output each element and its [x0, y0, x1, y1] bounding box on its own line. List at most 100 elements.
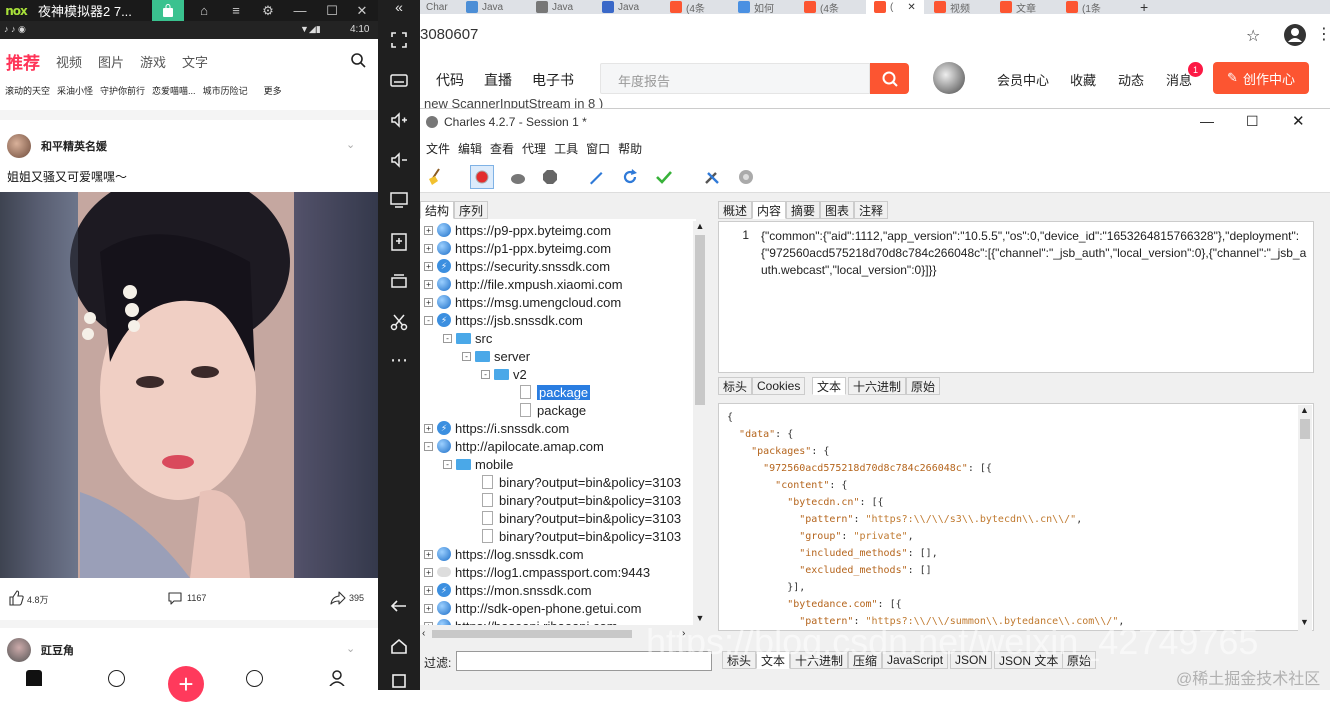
filter-input[interactable] [456, 651, 712, 671]
tab-compressed[interactable]: 压缩 [848, 651, 883, 669]
url-text[interactable]: 3080607 [420, 26, 478, 43]
browser-tab[interactable]: Char [426, 0, 448, 14]
validate-icon[interactable] [652, 165, 676, 189]
menu-tools[interactable]: 工具 [554, 140, 578, 157]
scroll-thumb[interactable] [1300, 419, 1310, 439]
menu-file[interactable]: 文件 [426, 140, 450, 157]
scroll-up-icon[interactable]: ▲ [1300, 405, 1309, 415]
search-input[interactable]: 年度报告 [600, 63, 870, 94]
tree-node[interactable]: + http://sdk-open-phone.getui.com [424, 599, 641, 617]
expand-icon[interactable]: + [424, 297, 433, 307]
tab-recommend[interactable]: 推荐 [6, 49, 40, 74]
tab-video[interactable]: 视频 [56, 52, 82, 71]
tree-node[interactable]: binary?output=bin&policy=3103 [462, 527, 681, 545]
tab-cookies[interactable]: Cookies [752, 377, 806, 395]
browser-tab[interactable]: 文章 [1000, 0, 1036, 14]
tab-headers[interactable]: 标头 [718, 377, 753, 395]
tree-h-scrollbar[interactable]: ‹ › [420, 627, 708, 641]
tab-contents[interactable]: 内容 [752, 201, 787, 219]
profile-tab-icon[interactable] [329, 670, 345, 687]
search-icon[interactable] [350, 52, 366, 71]
gear-icon[interactable] [734, 165, 758, 189]
expand-icon[interactable]: + [424, 423, 433, 433]
browser-tab-active[interactable]: (✕ [866, 0, 924, 14]
tree-node[interactable]: + ⚡ https://i.snssdk.com [424, 419, 569, 437]
nav-ebook[interactable]: 电子书 [532, 70, 574, 90]
avatar[interactable] [7, 638, 31, 662]
menu-proxy[interactable]: 代理 [522, 140, 546, 157]
tree-node[interactable]: package [500, 383, 591, 401]
multi-instance-icon[interactable] [378, 268, 420, 292]
tab-hex[interactable]: 十六进制 [790, 651, 849, 669]
expand-icon[interactable]: + [424, 567, 433, 577]
close-tab-icon[interactable]: ✕ [907, 2, 915, 13]
publish-button[interactable]: + [168, 666, 204, 702]
post-image[interactable] [0, 192, 378, 578]
collapse-icon[interactable]: - [462, 351, 471, 361]
expand-icon[interactable]: + [424, 621, 433, 625]
share-icon[interactable] [330, 590, 346, 608]
post-author[interactable]: 豇豆角 [41, 642, 74, 658]
fullscreen-icon[interactable] [378, 28, 420, 52]
close-icon[interactable]: ✕ [1292, 112, 1305, 130]
nav-favorites[interactable]: 收藏 [1070, 70, 1096, 89]
back-icon[interactable] [378, 594, 420, 618]
menu-edit[interactable]: 编辑 [458, 140, 482, 157]
browser-tab[interactable]: 视频 [934, 0, 970, 14]
response-scrollbar[interactable]: ▲ ▼ [1298, 405, 1312, 631]
scroll-thumb[interactable] [432, 630, 632, 638]
category-item[interactable]: 守护你前行 [100, 84, 145, 102]
recent-apps-icon[interactable] [378, 672, 420, 690]
tab-headers[interactable]: 标头 [722, 651, 757, 669]
screen-icon[interactable] [378, 188, 420, 212]
tree-node[interactable]: + ⚡ https://security.snssdk.com [424, 257, 610, 275]
settings-icon[interactable]: ⚙ [252, 0, 284, 21]
compose-icon[interactable] [584, 165, 608, 189]
home-tab-icon[interactable] [26, 670, 42, 686]
request-body-view[interactable]: 1 {"common":{"aid":1112,"app_version":"1… [718, 221, 1314, 373]
tab-summary[interactable]: 摘要 [786, 201, 821, 219]
browser-tab[interactable]: Java [466, 0, 503, 14]
collapse-icon[interactable]: - [443, 459, 452, 469]
expand-icon[interactable]: + [424, 549, 433, 559]
tools-icon[interactable] [700, 165, 724, 189]
chevron-down-icon[interactable]: ⌄ [346, 642, 355, 655]
nav-code[interactable]: 代码 [436, 70, 464, 90]
broom-icon[interactable] [424, 165, 448, 189]
expand-icon[interactable]: + [424, 279, 433, 289]
chevron-down-icon[interactable]: ⌄ [346, 138, 355, 151]
tree-node[interactable]: binary?output=bin&policy=3103 [462, 491, 681, 509]
scissors-icon[interactable] [378, 310, 420, 334]
close-icon[interactable]: ✕ [346, 0, 378, 21]
profile-icon[interactable] [1284, 24, 1306, 46]
tab-raw[interactable]: 原始 [906, 377, 941, 395]
minimize-icon[interactable]: — [1200, 113, 1214, 129]
tab-raw[interactable]: 原始 [1062, 651, 1097, 669]
tree-node[interactable]: + https://log1.cmpassport.com:9443 [424, 563, 650, 581]
tab-structure[interactable]: 结构 [420, 201, 455, 219]
keyboard-icon[interactable] [378, 68, 420, 92]
like-icon[interactable] [8, 590, 24, 608]
menu-view[interactable]: 查看 [490, 140, 514, 157]
tab-overview[interactable]: 概述 [718, 201, 753, 219]
maximize-icon[interactable]: ☐ [1246, 113, 1259, 130]
tree-node[interactable]: binary?output=bin&policy=3103 [462, 509, 681, 527]
tree-node[interactable]: - http://apilocate.amap.com [424, 437, 604, 455]
nav-activity[interactable]: 动态 [1118, 70, 1144, 89]
repeat-icon[interactable] [618, 165, 642, 189]
tab-javascript[interactable]: JavaScript [882, 651, 949, 669]
minimize-icon[interactable]: — [284, 0, 316, 21]
scroll-thumb[interactable] [695, 235, 705, 405]
create-center-button[interactable]: ✎ 创作中心 [1213, 62, 1309, 94]
tree-node[interactable]: + https://log.snssdk.com [424, 545, 584, 563]
tab-text[interactable]: 文本 [812, 377, 847, 395]
kebab-menu-icon[interactable]: ⋮ [1316, 24, 1330, 44]
emulator-bag-icon[interactable] [152, 0, 184, 21]
collapse-icon[interactable]: - [424, 441, 433, 451]
tab-json[interactable]: JSON [950, 651, 993, 669]
tree-node[interactable]: + https://baseapi.ribaoapi.com [424, 617, 618, 625]
menu-icon[interactable]: ≡ [220, 0, 252, 21]
tab-games[interactable]: 游戏 [140, 52, 166, 71]
volume-down-icon[interactable] [378, 148, 420, 172]
tree-node[interactable]: + https://p1-ppx.byteimg.com [424, 239, 611, 257]
